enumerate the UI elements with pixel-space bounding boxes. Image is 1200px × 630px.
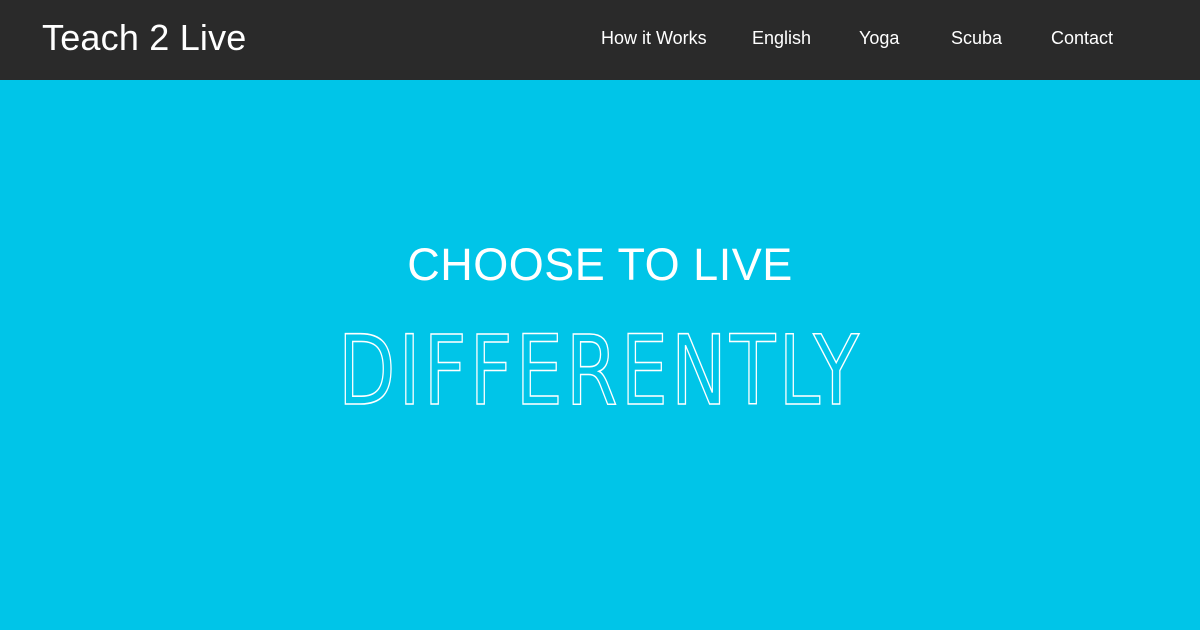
brand-logo-link[interactable]: Teach 2 Live [42,16,247,60]
hero-tagline: CHOOSE TO LIVE [407,239,793,290]
hero-headline-outline: DIFFERENTLY [337,314,862,414]
hero-headline-text: DIFFERENTLY [338,315,862,414]
nav-link-how-it-works[interactable]: How it Works [601,27,707,49]
hero-section: CHOOSE TO LIVE DIFFERENTLY [0,80,1200,630]
hero-headline: DIFFERENTLY [0,314,1200,414]
page: Teach 2 Live How it Works English Yoga S… [0,0,1200,630]
nav-link-english[interactable]: English [752,27,811,49]
nav-link-scuba[interactable]: Scuba [951,27,1002,49]
top-navbar: Teach 2 Live How it Works English Yoga S… [0,0,1200,80]
nav-link-yoga[interactable]: Yoga [859,27,899,49]
nav-link-contact[interactable]: Contact [1051,27,1113,49]
